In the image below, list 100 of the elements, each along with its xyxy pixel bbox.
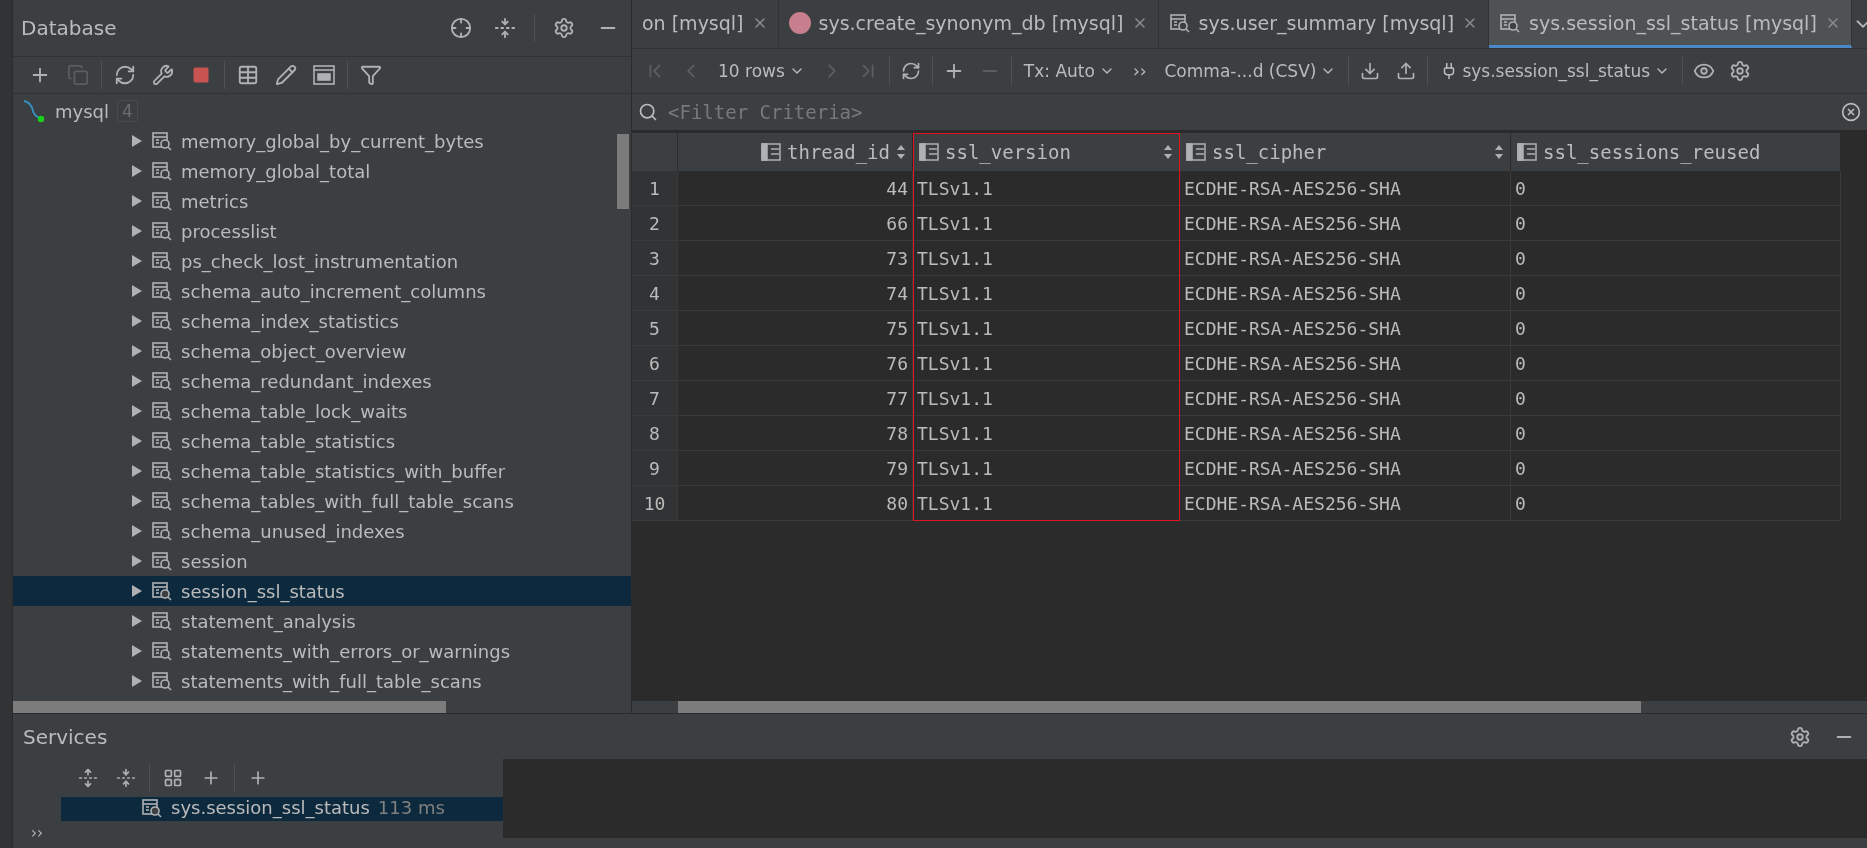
expand-arrow-icon[interactable] xyxy=(131,224,143,238)
expand-arrow-icon[interactable] xyxy=(131,674,143,688)
reload-icon[interactable] xyxy=(900,61,921,81)
table-cell: 77 xyxy=(678,381,913,416)
table-cell: ECDHE-RSA-AES256-SHA xyxy=(1180,451,1511,486)
column-header[interactable]: thread_id xyxy=(678,133,913,171)
scrollbar-thumb[interactable] xyxy=(617,134,629,209)
transaction-dropdown[interactable]: Tx: Auto xyxy=(1017,61,1121,81)
expand-arrow-icon[interactable] xyxy=(131,284,143,298)
filter-field[interactable]: <Filter Criteria> xyxy=(666,100,1833,124)
expand-arrow-icon[interactable] xyxy=(131,644,143,658)
tree-item[interactable]: metrics xyxy=(13,186,631,216)
expand-arrow-icon[interactable] xyxy=(131,404,143,418)
expand-arrow-icon[interactable] xyxy=(131,494,143,508)
upload-icon[interactable] xyxy=(1396,61,1417,81)
stop-icon[interactable] xyxy=(191,65,211,85)
scrollbar-thumb[interactable] xyxy=(678,701,1642,713)
search-icon[interactable] xyxy=(638,102,658,122)
tree-item[interactable]: memory_global_total xyxy=(13,156,631,186)
column-icon xyxy=(761,143,782,161)
expand-all-icon[interactable] xyxy=(78,768,98,788)
service-item[interactable]: sys.session_ssl_status 113 ms xyxy=(61,797,503,821)
table-cell: 0 xyxy=(1511,206,1841,241)
expand-arrow-icon[interactable] xyxy=(131,434,143,448)
collapse-icon[interactable] xyxy=(494,17,516,39)
sort-icon[interactable] xyxy=(1494,144,1504,160)
expand-arrow-icon[interactable] xyxy=(131,314,143,328)
settings-icon[interactable] xyxy=(1729,60,1752,82)
wrench-icon[interactable] xyxy=(152,64,174,86)
table-icon[interactable] xyxy=(237,64,259,86)
crosshair-icon[interactable] xyxy=(450,17,472,39)
tree-item[interactable]: statements_with_full_table_scans xyxy=(13,666,631,696)
tree-item[interactable]: schema_auto_increment_columns xyxy=(13,276,631,306)
tree-item[interactable]: statement_analysis xyxy=(13,606,631,636)
pencil-icon[interactable] xyxy=(275,64,297,86)
scrollbar-thumb[interactable] xyxy=(13,701,446,713)
table-cell: ECDHE-RSA-AES256-SHA xyxy=(1180,276,1511,311)
tree-item[interactable]: memory_global_by_current_bytes xyxy=(13,126,631,156)
row-number: 9 xyxy=(632,451,678,486)
row-number: 4 xyxy=(632,276,678,311)
tree-item[interactable]: schema_unused_indexes xyxy=(13,516,631,546)
table-cell: 75 xyxy=(678,311,913,346)
filter-bar[interactable]: <Filter Criteria> xyxy=(632,94,1867,131)
table-cell: 80 xyxy=(678,486,913,521)
table-cell: 0 xyxy=(1511,451,1841,486)
table-cell: 0 xyxy=(1511,486,1841,521)
filter-icon[interactable] xyxy=(360,64,382,86)
expand-arrow-icon[interactable] xyxy=(131,164,143,178)
more-button[interactable]: ›› xyxy=(31,824,43,842)
tree-item[interactable]: schema_redundant_indexes xyxy=(13,366,631,396)
expand-arrow-icon[interactable] xyxy=(131,584,143,598)
download-icon[interactable] xyxy=(1360,61,1381,81)
column-header[interactable]: ssl_version xyxy=(913,133,1180,171)
tree-item[interactable]: session xyxy=(13,546,631,576)
data-source-dropdown[interactable]: sys.session_ssl_status xyxy=(1434,61,1677,81)
expand-arrow-icon[interactable] xyxy=(131,554,143,568)
clear-icon[interactable] xyxy=(1841,102,1861,122)
tree-item[interactable]: schema_tables_with_full_table_scans xyxy=(13,486,631,516)
refresh-icon[interactable] xyxy=(114,64,136,86)
settings-icon[interactable] xyxy=(553,17,575,39)
tree-item[interactable]: ps_check_lost_instrumentation xyxy=(13,246,631,276)
settings-icon[interactable] xyxy=(1789,725,1811,748)
sort-icon[interactable] xyxy=(1163,144,1173,160)
expand-arrow-icon[interactable] xyxy=(131,344,143,358)
tree-item[interactable]: schema_table_lock_waits xyxy=(13,396,631,426)
view-icon xyxy=(151,280,173,302)
column-icon xyxy=(1186,143,1206,161)
expand-arrow-icon[interactable] xyxy=(131,614,143,628)
expand-arrow-icon[interactable] xyxy=(131,464,143,478)
row-number: 7 xyxy=(632,381,678,416)
export-format-dropdown[interactable]: Comma-...d (CSV) xyxy=(1158,61,1343,81)
tree-item[interactable]: statements_with_errors_or_warnings xyxy=(13,636,631,666)
expand-arrow-icon[interactable] xyxy=(131,194,143,208)
expand-arrow-icon[interactable] xyxy=(131,374,143,388)
column-header[interactable]: ssl_cipher xyxy=(1180,133,1511,171)
editor-tab[interactable]: sys.session_ssl_status [mysql] xyxy=(1489,0,1852,48)
expand-arrow-icon[interactable] xyxy=(131,524,143,538)
tree-item[interactable]: schema_table_statistics xyxy=(13,426,631,456)
table-cell: ECDHE-RSA-AES256-SHA xyxy=(1180,241,1511,276)
collapse-all-icon[interactable] xyxy=(116,768,136,788)
column-header[interactable]: ssl_sessions_reused xyxy=(1511,133,1841,171)
tree-item[interactable]: schema_index_statistics xyxy=(13,306,631,336)
more-button[interactable]: ›› xyxy=(1126,61,1153,81)
table-cell: 0 xyxy=(1511,346,1841,381)
view-icon xyxy=(1168,11,1191,34)
expand-arrow-icon[interactable] xyxy=(131,254,143,268)
console-icon[interactable] xyxy=(312,64,336,86)
expand-arrow-icon[interactable] xyxy=(131,134,143,148)
view-icon xyxy=(151,340,173,362)
table-cell: ECDHE-RSA-AES256-SHA xyxy=(1180,486,1511,521)
tree-item[interactable]: schema_table_statistics_with_buffer xyxy=(13,456,631,486)
sort-icon[interactable] xyxy=(896,144,906,160)
tree-item[interactable]: processlist xyxy=(13,216,631,246)
column-icon xyxy=(919,143,939,161)
grid-icon[interactable] xyxy=(163,768,183,788)
tree-item[interactable]: session_ssl_status xyxy=(13,576,631,606)
table-cell: 73 xyxy=(678,241,913,276)
page-size-dropdown[interactable]: 10 rows xyxy=(712,61,811,81)
view-icon xyxy=(151,640,173,662)
tree-item[interactable]: schema_object_overview xyxy=(13,336,631,366)
